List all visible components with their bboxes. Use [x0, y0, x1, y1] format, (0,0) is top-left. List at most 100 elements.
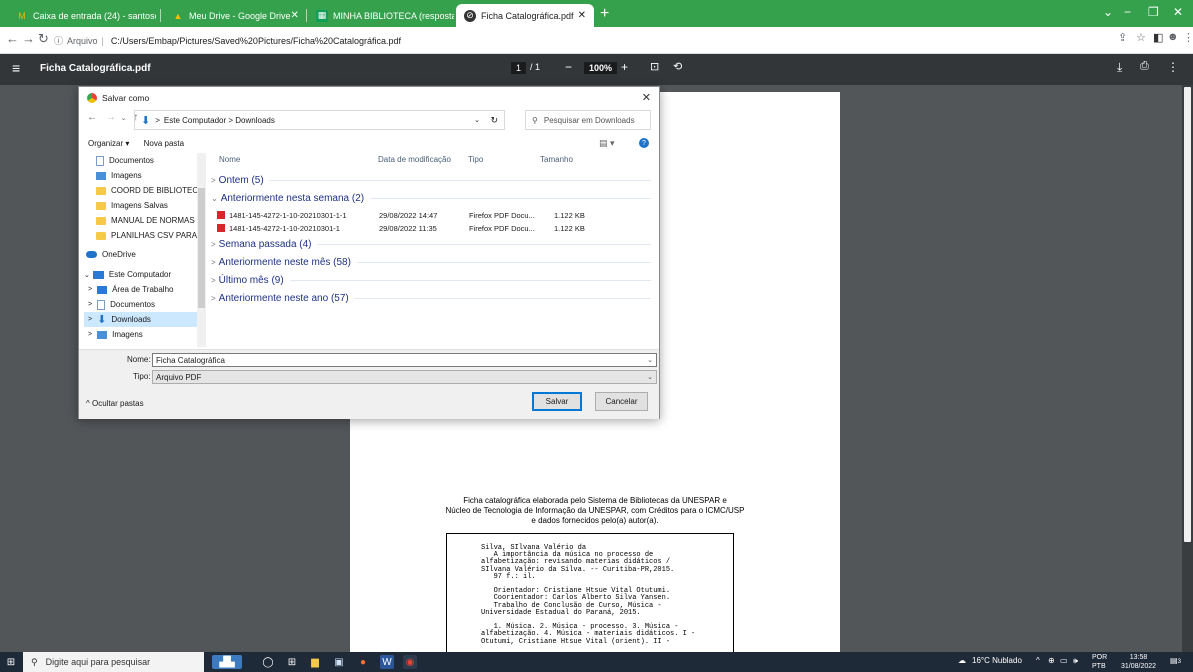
- info-icon[interactable]: ⓘ: [54, 34, 63, 47]
- tab-sheets[interactable]: ▦ MINHA BIBLIOTECA (respostas) ✕: [308, 4, 454, 27]
- group-header[interactable]: > Último mês (9): [211, 275, 651, 286]
- nav-item-documents-pc[interactable]: > Documentos: [84, 297, 202, 312]
- zoom-in-button[interactable]: +: [621, 60, 628, 74]
- more-menu-icon[interactable]: ⋮: [1183, 31, 1193, 44]
- save-button[interactable]: Salvar: [532, 392, 582, 411]
- share-icon[interactable]: ⇪: [1118, 31, 1127, 44]
- zoom-out-button[interactable]: −: [565, 60, 572, 74]
- chrome-icon[interactable]: ◉: [403, 655, 417, 669]
- profile-avatar[interactable]: ☻: [1167, 31, 1179, 43]
- dialog-close-button[interactable]: ✕: [642, 91, 651, 104]
- back-button[interactable]: ←: [6, 31, 19, 46]
- nav-item-images-pc[interactable]: > Imagens: [84, 327, 202, 342]
- chevron-down-icon[interactable]: ⌄: [121, 115, 127, 122]
- column-header-name[interactable]: Nome: [219, 155, 240, 164]
- close-icon[interactable]: ✕: [291, 10, 299, 21]
- column-header-type[interactable]: Tipo: [468, 155, 483, 164]
- zoom-input[interactable]: 100%: [584, 62, 618, 74]
- chevron-right-icon[interactable]: >: [88, 331, 92, 338]
- group-header[interactable]: ⌄ Anteriormente nesta semana (2): [211, 193, 651, 204]
- organize-button[interactable]: Organizar ▾: [88, 139, 129, 148]
- tab-gmail[interactable]: M Caixa de entrada (24) - santosco ✕: [8, 4, 156, 27]
- news-widget-icon[interactable]: ▟▙: [212, 655, 242, 669]
- volume-icon[interactable]: 🕪: [1073, 656, 1078, 666]
- help-icon[interactable]: ?: [639, 138, 649, 148]
- chevron-right-icon[interactable]: >: [88, 316, 92, 323]
- tab-drive[interactable]: ▲ Meu Drive - Google Drive ✕: [164, 4, 304, 27]
- page-number-input[interactable]: 1: [511, 62, 527, 74]
- view-options-icon[interactable]: ▤ ▾: [599, 138, 615, 149]
- group-header[interactable]: > Semana passada (4): [211, 239, 651, 250]
- window-close-button[interactable]: ✕: [1173, 5, 1183, 19]
- restore-button[interactable]: ❐: [1148, 5, 1159, 19]
- nav-item-onedrive[interactable]: OneDrive: [84, 247, 202, 262]
- word-icon[interactable]: W: [380, 655, 394, 669]
- weather-icon[interactable]: ☁: [958, 656, 966, 665]
- forward-button[interactable]: →: [22, 31, 35, 46]
- side-panel-icon[interactable]: ◧: [1153, 31, 1163, 44]
- nav-item-planilhas[interactable]: PLANILHAS CSV PARA MIN: [84, 228, 202, 243]
- group-header[interactable]: > Ontem (5): [211, 175, 651, 186]
- filetype-select[interactable]: Arquivo PDF ⌄: [152, 370, 657, 384]
- chevron-down-icon[interactable]: ⌄: [647, 356, 653, 364]
- tab-search-icon[interactable]: ⌄: [1103, 5, 1113, 19]
- forward-arrow-icon[interactable]: →: [106, 112, 116, 123]
- new-folder-button[interactable]: Nova pasta: [144, 139, 184, 148]
- nav-item-this-pc[interactable]: ⌄ Este Computador: [84, 267, 202, 282]
- hamburger-menu-icon[interactable]: ≡: [12, 60, 20, 76]
- close-icon[interactable]: ✕: [578, 10, 586, 21]
- widgets-icon[interactable]: ⊞: [285, 655, 299, 669]
- file-explorer-icon[interactable]: ▆: [308, 655, 322, 669]
- rotate-icon[interactable]: ⟲: [673, 60, 682, 73]
- search-input[interactable]: ⚲ Pesquisar em Downloads: [525, 110, 651, 130]
- notifications-icon[interactable]: ▤3: [1170, 656, 1181, 665]
- chevron-right-icon[interactable]: >: [88, 286, 92, 293]
- task-view-icon[interactable]: ◯: [261, 655, 275, 669]
- nav-item-desktop[interactable]: > Área de Trabalho: [84, 282, 202, 297]
- navigation-scrollbar[interactable]: [197, 153, 206, 347]
- nav-item-manual[interactable]: MANUAL DE NORMAS EM: [84, 213, 202, 228]
- weather-text[interactable]: 16°C Nublado: [972, 656, 1022, 665]
- chevron-down-icon[interactable]: ⌄: [647, 373, 653, 381]
- nav-item-images[interactable]: Imagens: [84, 168, 202, 183]
- hide-folders-toggle[interactable]: ^ Ocultar pastas: [86, 399, 144, 408]
- store-icon[interactable]: ▣: [332, 655, 346, 669]
- clock[interactable]: 13:58 31/08/2022: [1121, 653, 1156, 671]
- nav-item-downloads[interactable]: > ⬇ Downloads: [84, 312, 202, 327]
- new-tab-button[interactable]: +: [600, 5, 609, 23]
- back-arrow-icon[interactable]: ←: [87, 112, 97, 123]
- column-header-date[interactable]: Data de modificação: [378, 155, 451, 164]
- scrollbar-thumb[interactable]: [1184, 87, 1191, 542]
- language-indicator[interactable]: POR PTB: [1092, 653, 1107, 671]
- group-header[interactable]: > Anteriormente neste mês (58): [211, 257, 651, 268]
- refresh-icon[interactable]: ↻: [490, 115, 498, 126]
- windows-start-icon[interactable]: ⊞: [4, 655, 18, 669]
- minimize-button[interactable]: −: [1124, 5, 1131, 19]
- firefox-icon[interactable]: ●: [356, 655, 370, 669]
- more-actions-icon[interactable]: ⋮: [1167, 60, 1179, 74]
- nav-item-coord[interactable]: COORD DE BIBLIOTECAS: [84, 183, 202, 198]
- group-header[interactable]: > Anteriormente neste ano (57): [211, 293, 651, 304]
- breadcrumb[interactable]: ⬇ > Este Computador > Downloads ⌄ ↻: [134, 110, 505, 130]
- tab-pdf[interactable]: ⊘ Ficha Catalográfica.pdf ✕: [456, 4, 594, 27]
- fit-page-icon[interactable]: ⊡: [650, 60, 659, 73]
- tray-chevron-up-icon[interactable]: ^: [1036, 656, 1040, 665]
- print-icon[interactable]: ⎙: [1140, 60, 1149, 73]
- reload-button[interactable]: ↻: [38, 31, 49, 47]
- nav-item-imagens-salvas[interactable]: Imagens Salvas: [84, 198, 202, 213]
- omnibox[interactable]: ⓘ Arquivo | C:/Users/Embap/Pictures/Save…: [54, 30, 1154, 51]
- bookmark-star-icon[interactable]: ☆: [1136, 31, 1146, 44]
- chevron-down-icon[interactable]: ⌄: [474, 116, 480, 124]
- filename-input[interactable]: Ficha Catalográfica ⌄: [152, 353, 657, 367]
- chevron-down-icon[interactable]: ⌄: [84, 271, 90, 279]
- column-header-size[interactable]: Tamanho: [540, 155, 573, 164]
- display-icon[interactable]: ▭: [1060, 656, 1068, 665]
- chevron-right-icon[interactable]: >: [88, 301, 92, 308]
- network-icon[interactable]: ⊕: [1048, 656, 1055, 665]
- scrollbar-thumb[interactable]: [198, 188, 205, 308]
- cancel-button[interactable]: Cancelar: [595, 392, 648, 411]
- download-icon[interactable]: ⤓: [1117, 60, 1122, 75]
- pdf-scrollbar[interactable]: [1182, 85, 1193, 655]
- nav-item-documents[interactable]: Documentos: [84, 153, 202, 168]
- taskbar-search-input[interactable]: ⚲ Digite aqui para pesquisar: [23, 652, 204, 672]
